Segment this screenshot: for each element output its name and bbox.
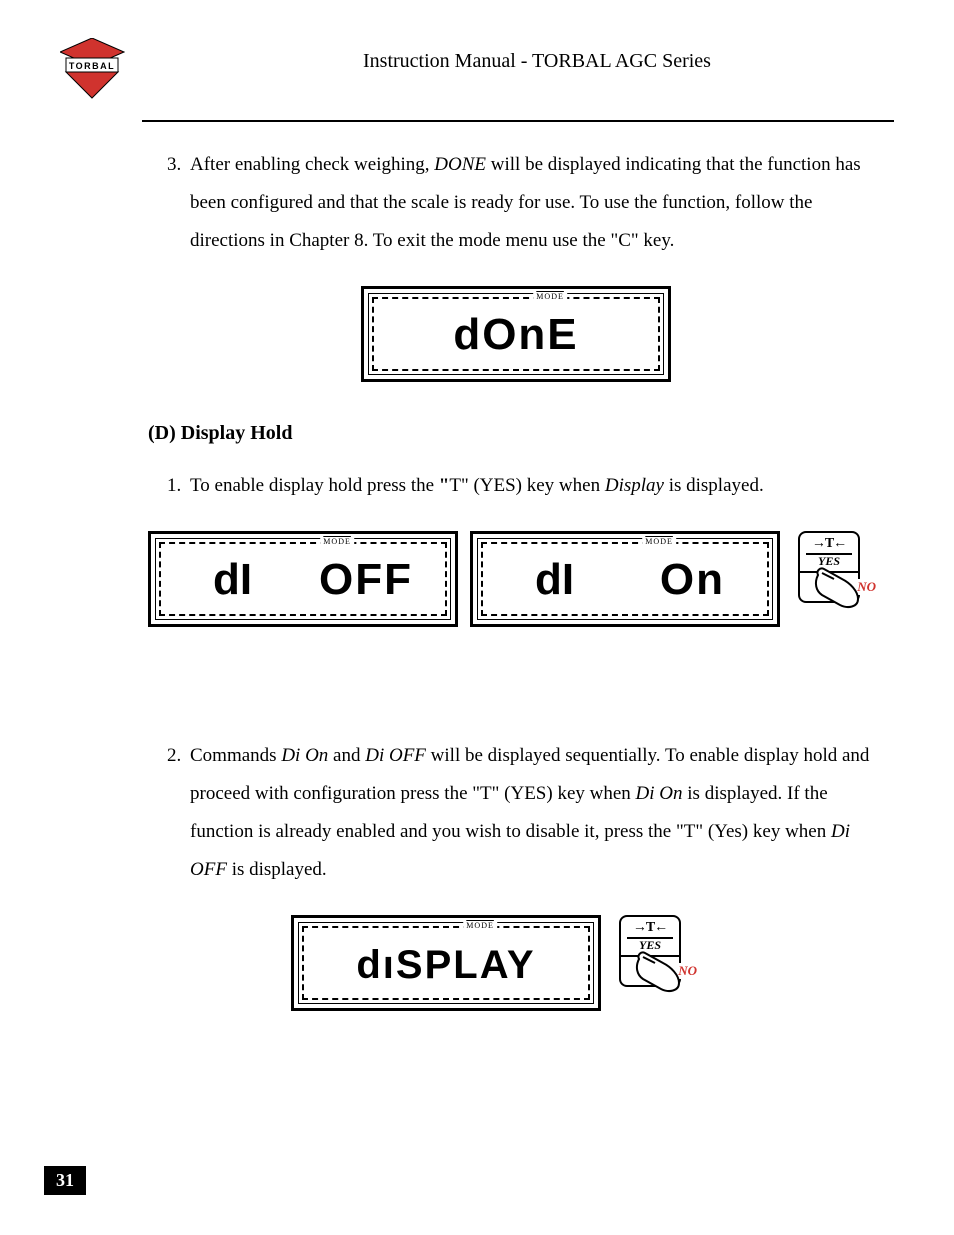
t-key-button-2: →T← YES →0← NO: [619, 915, 681, 1011]
page-number: 31: [44, 1166, 86, 1195]
step-3: After enabling check weighing, DONE will…: [186, 146, 884, 260]
lcd-display: MODE dıSPLAY: [291, 915, 601, 1011]
header-rule: [142, 120, 894, 122]
t-key-button: →T← YES →0← NO: [798, 531, 860, 627]
svg-text:dI: dI: [213, 555, 252, 604]
svg-text:dI: dI: [535, 555, 574, 604]
lcd-di-on: MODE dIOn: [470, 531, 780, 627]
lcd-di-off: MODE dIOFF: [148, 531, 458, 627]
svg-text:OFF: OFF: [319, 555, 413, 604]
d-step-2: Commands Di On and Di OFF will be displa…: [186, 737, 884, 889]
section-d-heading: (D) Display Hold: [148, 422, 884, 445]
svg-text:dıSPLAY: dıSPLAY: [356, 943, 535, 987]
brand-logo: TORBAL: [60, 34, 180, 106]
lcd-done: MODE dOnE: [361, 286, 671, 382]
doc-header-title: Instruction Manual - TORBAL AGC Series: [180, 50, 894, 73]
d-step-1: To enable display hold press the "T" (YE…: [186, 467, 884, 505]
svg-text:dOnE: dOnE: [453, 310, 578, 359]
svg-text:TORBAL: TORBAL: [69, 61, 115, 71]
svg-text:On: On: [660, 555, 725, 604]
